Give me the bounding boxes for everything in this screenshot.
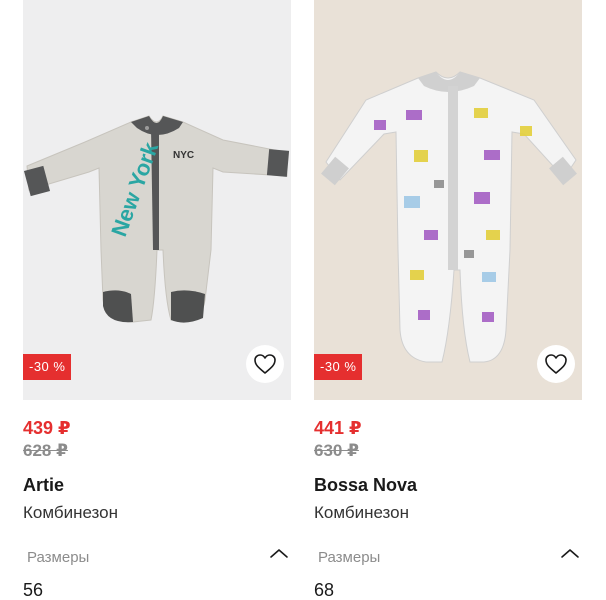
heart-icon — [545, 354, 567, 374]
price-old: 628 ₽ — [23, 441, 68, 460]
product-card[interactable]: New York NYC -30 % 439 ₽ 628 ₽ Artie Ком… — [23, 0, 291, 600]
price-old: 630 ₽ — [314, 441, 359, 460]
price-current: 439 ₽ — [23, 418, 71, 438]
brand-name[interactable]: Artie — [23, 475, 64, 496]
chevron-up-icon — [561, 549, 579, 558]
onesie-image: New York NYC — [23, 115, 290, 323]
product-type: Комбинезон — [23, 503, 119, 522]
sizes-label: Размеры — [318, 549, 381, 566]
price-current: 441 ₽ — [314, 418, 362, 438]
product-grid: New York NYC -30 % 439 ₽ 628 ₽ Artie Ком… — [0, 0, 606, 600]
svg-text:NYC: NYC — [173, 150, 194, 161]
product-image[interactable]: New York NYC -30 % — [23, 0, 291, 400]
product-type: Комбинезон — [314, 503, 410, 522]
brand-name[interactable]: Bossa Nova — [314, 475, 417, 496]
sizes-toggle-button[interactable] — [268, 545, 290, 563]
product-image[interactable]: -30 % — [314, 0, 582, 400]
size-option[interactable]: 68 — [314, 580, 334, 600]
favorite-button[interactable] — [246, 345, 284, 383]
size-option[interactable]: 56 — [23, 580, 43, 600]
chevron-up-icon — [270, 549, 288, 558]
product-card[interactable]: -30 % 441 ₽ 630 ₽ Bossa Nova Комбинезон … — [314, 0, 582, 600]
discount-badge: -30 % — [23, 354, 72, 380]
sizes-label: Размеры — [27, 549, 90, 566]
onesie-image — [321, 71, 577, 363]
sizes-toggle-button[interactable] — [559, 545, 581, 563]
discount-badge: -30 % — [314, 354, 363, 380]
heart-icon — [254, 354, 276, 374]
favorite-button[interactable] — [537, 345, 575, 383]
